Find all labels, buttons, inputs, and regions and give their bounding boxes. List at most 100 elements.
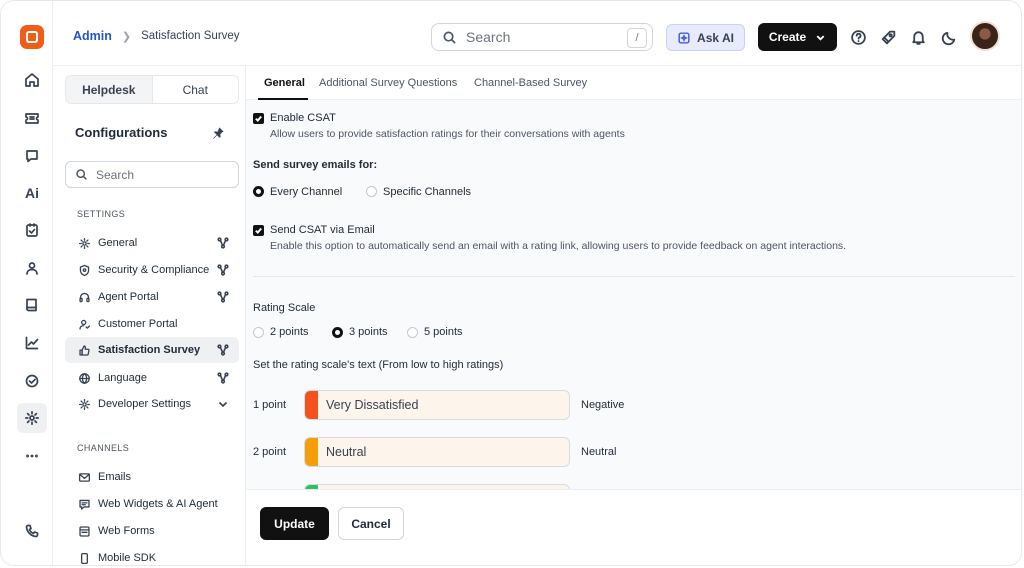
send-for-label: Send survey emails for: — [253, 159, 378, 171]
enable-csat-checkbox[interactable] — [253, 113, 264, 124]
scale-row-1-tag: Negative — [581, 399, 625, 411]
every-channel-label[interactable]: Every Channel — [270, 186, 342, 198]
create-button[interactable]: Create — [758, 23, 837, 51]
app-logo[interactable] — [20, 25, 44, 49]
two-points-label[interactable]: 2 points — [270, 326, 309, 338]
contacts-icon[interactable] — [17, 253, 47, 283]
global-search-input[interactable]: Search / — [431, 23, 653, 51]
gear-icon — [78, 237, 91, 250]
avatar[interactable] — [970, 21, 1000, 51]
enable-csat-help: Allow users to provide satisfaction rati… — [270, 128, 625, 140]
mail-icon — [78, 471, 91, 484]
sidebar-item-developer-settings[interactable]: Developer Settings — [65, 391, 239, 417]
five-points-label[interactable]: 5 points — [424, 326, 463, 338]
send-via-email-checkbox[interactable] — [253, 225, 264, 236]
widget-icon — [78, 498, 91, 511]
more-icon[interactable] — [17, 441, 47, 471]
breadcrumb-current: Satisfaction Survey — [141, 30, 240, 42]
scale-text-input-2[interactable]: Neutral — [304, 437, 570, 467]
user-icon — [78, 318, 91, 331]
moon-icon[interactable] — [939, 27, 959, 47]
code-gear-icon — [78, 398, 91, 411]
tab-channel-based-survey[interactable]: Channel-Based Survey — [474, 77, 587, 89]
workflow-icon — [217, 344, 229, 356]
chevron-down-icon — [816, 34, 825, 41]
sidebar-item-general[interactable]: General — [65, 230, 239, 256]
workflow-icon — [217, 237, 229, 249]
ai-icon[interactable]: Ai — [17, 178, 47, 208]
sidebar-item-label: Web Forms — [98, 525, 155, 537]
calendar-check-icon[interactable] — [17, 215, 47, 245]
sidebar-item-web-forms[interactable]: Web Forms — [65, 518, 239, 544]
cancel-button[interactable]: Cancel — [338, 507, 404, 540]
sidebar-item-emails[interactable]: Emails — [65, 464, 239, 490]
sidebar-search-input[interactable]: Search — [65, 161, 239, 188]
scale-text-input-1[interactable]: Very Dissatisfied — [304, 390, 570, 420]
help-icon[interactable] — [848, 27, 868, 47]
scale-row-2-tag: Neutral — [581, 446, 617, 458]
rating-scale-label: Rating Scale — [253, 302, 316, 314]
chevron-down-icon — [217, 398, 229, 410]
home-icon[interactable] — [17, 65, 47, 95]
check-circle-icon[interactable] — [17, 366, 47, 396]
tab-chat[interactable]: Chat — [153, 76, 239, 103]
radio-specific-channels[interactable] — [366, 186, 377, 197]
sidebar-item-satisfaction-survey[interactable]: Satisfaction Survey — [65, 337, 239, 363]
scale-text-value: Neutral — [326, 445, 367, 459]
search-icon — [76, 169, 87, 180]
pin-icon[interactable] — [211, 126, 225, 140]
update-button[interactable]: Update — [260, 507, 329, 540]
sidebar-item-label: Emails — [98, 471, 132, 483]
create-label: Create — [768, 30, 807, 44]
scale-text-value: Very Dissatisfied — [326, 398, 419, 412]
workflow-icon — [217, 291, 229, 303]
scale-color-swatch — [305, 391, 318, 419]
sparkle-icon — [678, 31, 690, 44]
sidebar-item-agent-portal[interactable]: Agent Portal — [65, 284, 239, 310]
left-rail: Ai — [1, 1, 53, 565]
radio-2-points[interactable] — [253, 327, 264, 338]
chat-icon[interactable] — [17, 141, 47, 171]
radio-5-points[interactable] — [407, 327, 418, 338]
sidebar-item-security[interactable]: Security & Compliance — [65, 257, 239, 283]
scale-color-swatch — [305, 438, 318, 466]
tab-additional-survey-questions[interactable]: Additional Survey Questions — [319, 77, 457, 89]
scale-text-label: Set the rating scale's text (From low to… — [253, 359, 504, 371]
headset-icon — [78, 291, 91, 304]
ask-ai-button[interactable]: Ask AI — [666, 24, 745, 51]
sidebar-item-label: Agent Portal — [98, 291, 159, 303]
analytics-icon[interactable] — [17, 328, 47, 358]
sidebar-item-label: Web Widgets & AI Agent — [98, 498, 218, 510]
app-window: Ai Admin ❯ Satisfaction Survey Search / … — [0, 0, 1022, 566]
settings-section-label: SETTINGS — [77, 209, 126, 219]
bell-icon[interactable] — [908, 27, 928, 47]
sidebar-item-web-widgets[interactable]: Web Widgets & AI Agent — [65, 491, 239, 517]
section-divider — [253, 276, 1015, 277]
rocket-icon[interactable] — [878, 27, 898, 47]
radio-3-points[interactable] — [332, 327, 343, 338]
radio-every-channel[interactable] — [253, 186, 264, 197]
phone-icon[interactable] — [17, 516, 47, 546]
sidebar-item-label: General — [98, 237, 138, 249]
tab-helpdesk[interactable]: Helpdesk — [66, 76, 153, 103]
specific-channels-label[interactable]: Specific Channels — [383, 186, 471, 198]
ticket-icon[interactable] — [17, 103, 47, 133]
thumbs-up-icon — [78, 344, 91, 357]
breadcrumb-admin-link[interactable]: Admin — [73, 29, 112, 43]
settings-gear-icon[interactable] — [17, 403, 47, 433]
sidebar-item-label: Satisfaction Survey — [98, 344, 201, 356]
send-via-email-label: Send CSAT via Email — [270, 224, 375, 236]
search-placeholder: Search — [466, 29, 511, 45]
sidebar-item-language[interactable]: Language — [65, 365, 239, 391]
mobile-icon — [78, 552, 91, 565]
sidebar-item-label: Mobile SDK — [98, 552, 157, 564]
workflow-icon — [217, 372, 229, 384]
ask-ai-label: Ask AI — [697, 30, 734, 45]
scale-row-1-point: 1 point — [253, 399, 287, 411]
tab-general[interactable]: General — [264, 77, 305, 89]
chevron-right-icon: ❯ — [121, 30, 132, 43]
book-icon[interactable] — [17, 290, 47, 320]
three-points-label[interactable]: 3 points — [349, 326, 388, 338]
sidebar-item-mobile-sdk[interactable]: Mobile SDK — [65, 545, 239, 565]
sidebar-item-customer-portal[interactable]: Customer Portal — [65, 311, 239, 337]
